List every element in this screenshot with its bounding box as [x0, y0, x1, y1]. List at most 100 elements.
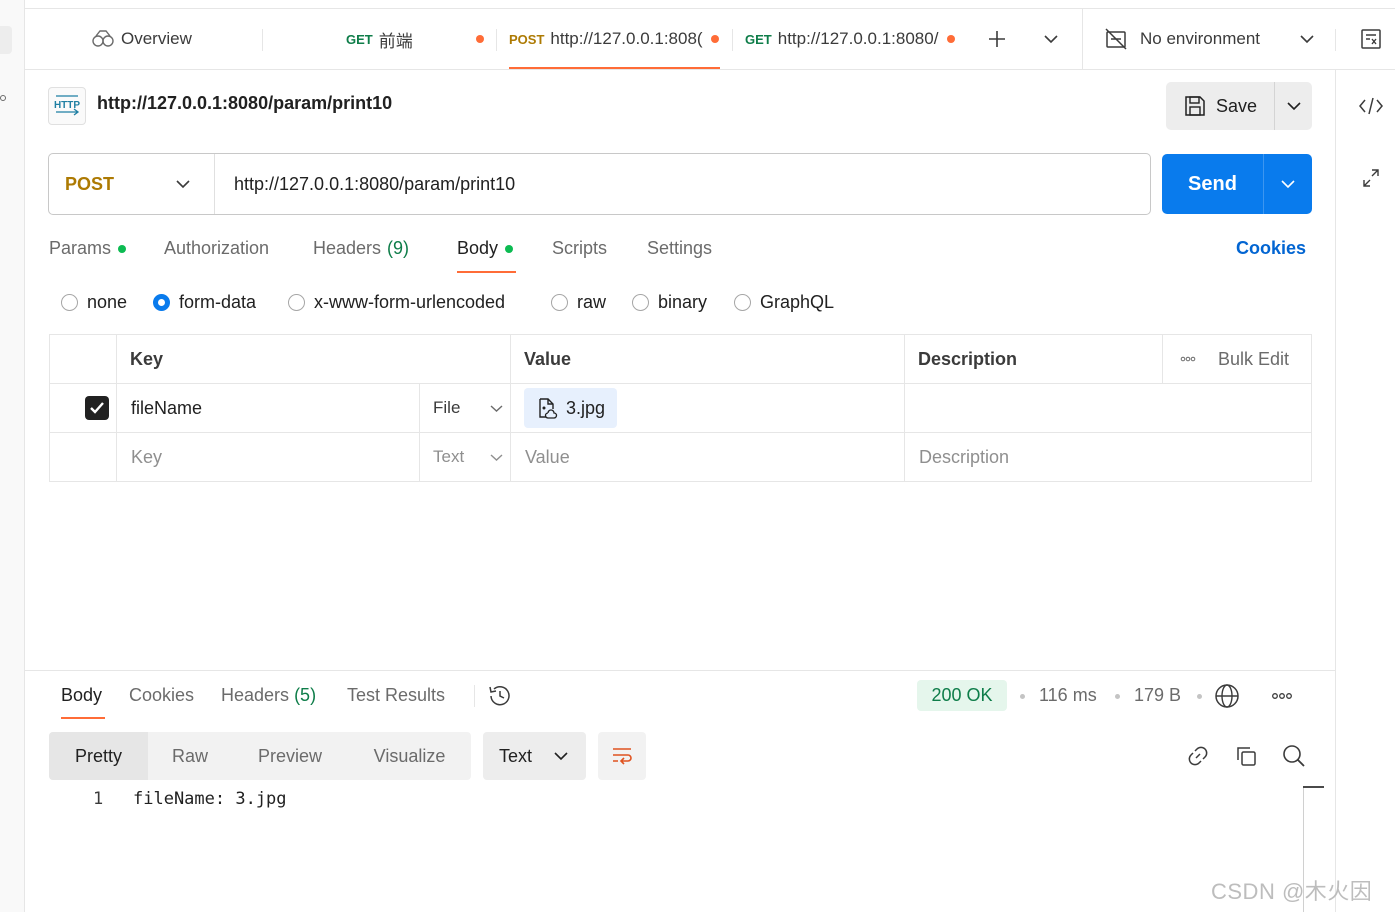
- tab-request-2[interactable]: POST http://127.0.0.1:808(: [509, 9, 704, 69]
- radio-form-data[interactable]: form-data: [153, 292, 256, 313]
- response-size[interactable]: 179 B: [1134, 685, 1181, 706]
- column-divider: [116, 335, 117, 481]
- status-badge[interactable]: 200 OK: [917, 680, 1007, 711]
- table-row-new: Key Text Value Description: [50, 433, 1311, 481]
- view-preview[interactable]: Preview: [232, 732, 348, 780]
- bulk-edit-button[interactable]: Bulk Edit: [1218, 335, 1289, 383]
- response-time[interactable]: 116 ms: [1039, 685, 1097, 706]
- view-visualize[interactable]: Visualize: [348, 732, 471, 780]
- tab-authorization[interactable]: Authorization: [164, 238, 269, 259]
- response-headers-label: Headers: [221, 685, 290, 705]
- chevron-down-icon: [1281, 180, 1295, 189]
- chevron-down-icon: [1286, 102, 1301, 111]
- response-more-options[interactable]: [1271, 692, 1293, 700]
- tab-settings[interactable]: Settings: [647, 238, 712, 259]
- tab-headers[interactable]: Headers (9): [313, 238, 409, 259]
- response-tab-headers[interactable]: Headers (5): [221, 685, 316, 706]
- code-snippet-button[interactable]: [1358, 96, 1384, 116]
- tab-scripts-label: Scripts: [552, 238, 608, 258]
- headers-count: (9): [387, 238, 410, 258]
- tab-params[interactable]: Params: [49, 238, 127, 259]
- tab-divider: [1335, 29, 1336, 51]
- chevron-down-icon: [1044, 35, 1058, 44]
- search-response-button[interactable]: [1282, 744, 1306, 768]
- response-format-selector[interactable]: Text: [483, 732, 586, 780]
- radio-none[interactable]: none: [61, 292, 127, 313]
- response-history-button[interactable]: [487, 684, 513, 708]
- send-button[interactable]: Send: [1162, 154, 1264, 214]
- radio-circle: [734, 294, 751, 311]
- network-info-button[interactable]: [1214, 683, 1240, 709]
- tab-list-dropdown[interactable]: [1044, 9, 1060, 69]
- cookies-link[interactable]: Cookies: [1236, 238, 1306, 259]
- tab-request-1[interactable]: GET 前端: [346, 9, 486, 69]
- new-type-selector[interactable]: Text: [433, 433, 503, 481]
- file-name: 3.jpg: [566, 397, 606, 418]
- send-options-dropdown[interactable]: [1264, 179, 1312, 189]
- wrap-lines-button[interactable]: [598, 732, 646, 780]
- new-value-input[interactable]: Value: [525, 433, 570, 481]
- meta-separator: [1115, 694, 1120, 699]
- row-key[interactable]: fileName: [131, 384, 202, 432]
- chevron-down-icon: [490, 453, 503, 461]
- sidebar-dot-icon: [0, 95, 6, 101]
- url-input[interactable]: http://127.0.0.1:8080/param/print10: [215, 174, 515, 195]
- request-title[interactable]: http://127.0.0.1:8080/param/print10: [97, 93, 392, 114]
- radio-binary[interactable]: binary: [632, 292, 707, 313]
- response-format-label: Text: [499, 745, 533, 766]
- row-enabled-checkbox[interactable]: [85, 384, 109, 432]
- related-collections-button[interactable]: [1362, 168, 1380, 188]
- save-button[interactable]: Save: [1166, 82, 1275, 130]
- more-options-icon[interactable]: [1180, 335, 1196, 383]
- view-pretty[interactable]: Pretty: [49, 732, 148, 780]
- radio-label: raw: [577, 292, 607, 312]
- more-options-icon: [1272, 693, 1292, 699]
- arrows-compress-icon: [1363, 169, 1379, 187]
- tab-unsaved-indicator: [945, 9, 957, 69]
- new-description-input[interactable]: Description: [919, 433, 1009, 481]
- link-icon: [1188, 746, 1208, 766]
- new-tab-button[interactable]: [987, 9, 1009, 69]
- copy-response-button[interactable]: [1234, 744, 1258, 768]
- new-key-input[interactable]: Key: [131, 433, 162, 481]
- chevron-down-icon: [176, 180, 190, 189]
- tab-title: http://127.0.0.1:8080/: [777, 29, 939, 48]
- response-tab-cookies[interactable]: Cookies: [129, 685, 194, 706]
- save-options-dropdown[interactable]: [1275, 101, 1312, 111]
- column-divider: [1162, 335, 1163, 384]
- radio-urlencoded[interactable]: x-www-form-urlencoded: [288, 292, 505, 313]
- response-divider: [25, 670, 1335, 671]
- method-selector[interactable]: POST: [49, 154, 215, 214]
- radio-circle: [288, 294, 305, 311]
- tab-method: POST: [509, 31, 545, 47]
- body-active-dot: [505, 244, 514, 253]
- radio-graphql[interactable]: GraphQL: [734, 292, 834, 313]
- environment-selector[interactable]: No environment: [1104, 9, 1314, 69]
- tab-scripts[interactable]: Scripts: [552, 238, 607, 259]
- file-chip[interactable]: 3.jpg: [524, 388, 618, 428]
- row-type-selector[interactable]: File: [433, 384, 503, 432]
- row-value[interactable]: 3.jpg: [524, 384, 618, 432]
- radio-raw[interactable]: raw: [551, 292, 606, 313]
- tab-overview[interactable]: Overview: [91, 9, 192, 69]
- response-tab-test-results[interactable]: Test Results: [347, 685, 445, 706]
- copy-link-button[interactable]: [1186, 744, 1210, 768]
- response-tab-body[interactable]: Body: [61, 685, 102, 706]
- tab-body[interactable]: Body: [457, 238, 514, 259]
- tab-bar: Overview GET 前端 POST http://127.0.0.1:80…: [25, 8, 1395, 70]
- right-sidebar: [1335, 70, 1395, 912]
- radio-circle: [551, 294, 568, 311]
- radio-circle-selected: [153, 294, 170, 311]
- scrollbar-thumb[interactable]: [1303, 786, 1324, 788]
- row-type-label: File: [433, 398, 461, 417]
- tab-request-3[interactable]: GET http://127.0.0.1:8080/: [745, 9, 941, 69]
- send-button-group: Send: [1162, 154, 1312, 214]
- environment-quick-look-button[interactable]: [1359, 9, 1385, 69]
- save-button-group: Save: [1166, 82, 1312, 130]
- view-raw[interactable]: Raw: [148, 732, 232, 780]
- search-icon: [1283, 745, 1305, 767]
- tab-params-label: Params: [49, 238, 112, 258]
- chevron-down-icon: [554, 752, 568, 761]
- watermark: CSDN @木火因: [1211, 879, 1373, 904]
- sidebar-collapse-handle[interactable]: [0, 26, 12, 54]
